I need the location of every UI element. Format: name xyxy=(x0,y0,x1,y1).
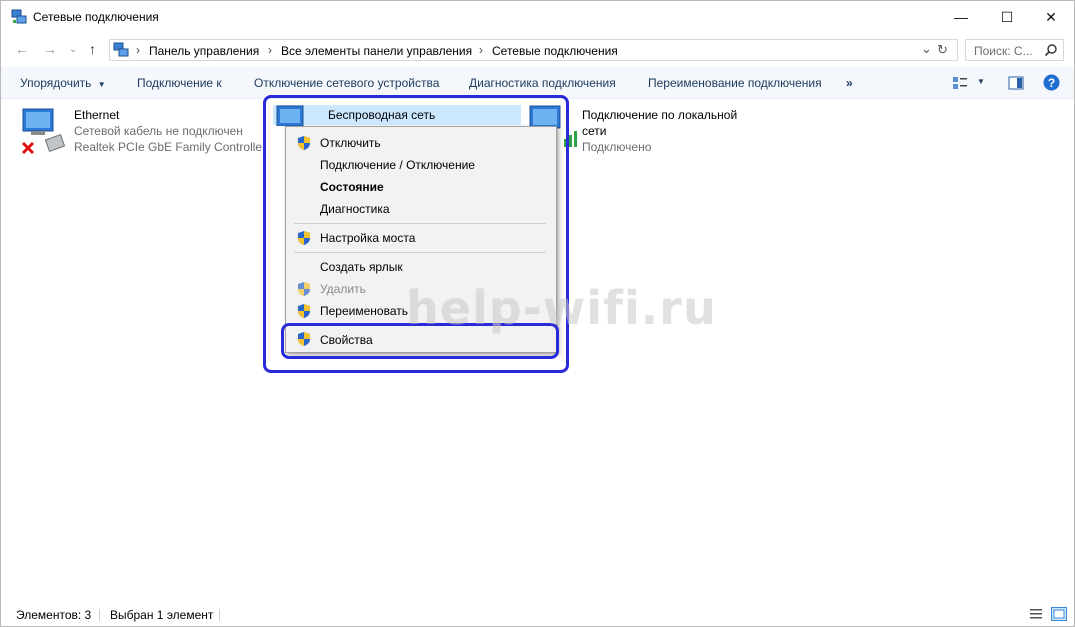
connection-ethernet[interactable]: Ethernet Сетевой кабель не подключен Rea… xyxy=(17,105,267,161)
change-view-icon[interactable] xyxy=(952,75,968,91)
connection-name: Ethernet xyxy=(74,108,120,122)
organize-label: Упорядочить xyxy=(20,76,92,90)
connection-status: Подключено xyxy=(582,140,652,154)
search-placeholder: Поиск: С... xyxy=(974,44,1033,58)
breadcrumb-control-panel[interactable]: Панель управления xyxy=(149,44,259,58)
rename-button[interactable]: Переименование подключения xyxy=(648,76,822,90)
up-icon[interactable]: ↑ xyxy=(89,41,96,57)
back-icon[interactable]: ← xyxy=(15,41,29,57)
explorer-window: Сетевые подключения — ☐ ✕ ← → ⌄ ↑ › Пане… xyxy=(0,0,1075,627)
breadcrumb-separator[interactable]: › xyxy=(136,43,140,57)
details-view-icon[interactable] xyxy=(1029,607,1043,621)
disable-device-button[interactable]: Отключение сетевого устройства xyxy=(254,76,439,90)
connection-name: Подключение по локальной xyxy=(582,108,738,122)
view-options-chevron-icon[interactable]: ▼ xyxy=(977,77,985,86)
breadcrumb-separator[interactable]: › xyxy=(479,43,483,57)
large-icons-view-icon[interactable] xyxy=(1051,607,1067,621)
title-bar: Сетевые подключения — ☐ ✕ xyxy=(1,1,1074,33)
address-bar[interactable]: › Панель управления › Все элементы панел… xyxy=(109,39,958,61)
diagnose-button[interactable]: Диагностика подключения xyxy=(469,76,616,90)
connect-to-button[interactable]: Подключение к xyxy=(137,76,222,90)
refresh-icon[interactable]: ↻ xyxy=(937,42,948,58)
recent-locations-icon[interactable]: ⌄ xyxy=(69,44,77,55)
address-row: ← → ⌄ ↑ › Панель управления › Все элемен… xyxy=(1,37,1074,63)
breadcrumb-network-connections[interactable]: Сетевые подключения xyxy=(492,44,618,58)
svg-text:?: ? xyxy=(1048,76,1055,90)
maximize-button[interactable]: ☐ xyxy=(984,1,1030,33)
more-commands-button[interactable]: » xyxy=(846,76,853,90)
help-icon[interactable]: ? xyxy=(1043,74,1060,91)
organize-button[interactable]: Упорядочить ▼ xyxy=(20,76,106,90)
status-bar: Элементов: 3 Выбран 1 элемент xyxy=(1,604,1074,626)
selection-count: Выбран 1 элемент xyxy=(110,608,214,622)
connection-name-continued: сети xyxy=(582,124,607,138)
breadcrumb-all-items[interactable]: Все элементы панели управления xyxy=(281,44,472,58)
forward-icon[interactable]: → xyxy=(43,41,57,57)
watermark: help-wifi.ru xyxy=(406,281,717,335)
address-dropdown-icon[interactable]: ⌄ xyxy=(921,41,932,57)
breadcrumb-separator[interactable]: › xyxy=(268,43,272,57)
status-divider xyxy=(99,609,100,621)
window-title: Сетевые подключения xyxy=(33,10,159,24)
chevron-down-icon: ▼ xyxy=(97,80,106,89)
connection-adapter: Realtek PCIe GbE Family Controller xyxy=(74,140,267,154)
network-connections-icon xyxy=(11,9,27,24)
control-panel-icon xyxy=(113,42,129,57)
item-count: Элементов: 3 xyxy=(16,608,92,622)
preview-pane-icon[interactable] xyxy=(1008,75,1024,91)
search-input[interactable]: Поиск: С... xyxy=(965,39,1064,61)
search-icon[interactable] xyxy=(1044,43,1058,57)
status-divider xyxy=(219,609,220,621)
close-button[interactable]: ✕ xyxy=(1028,1,1074,33)
network-adapter-icon xyxy=(21,108,66,155)
minimize-button[interactable]: — xyxy=(938,1,984,33)
connection-status: Сетевой кабель не подключен xyxy=(74,124,243,138)
